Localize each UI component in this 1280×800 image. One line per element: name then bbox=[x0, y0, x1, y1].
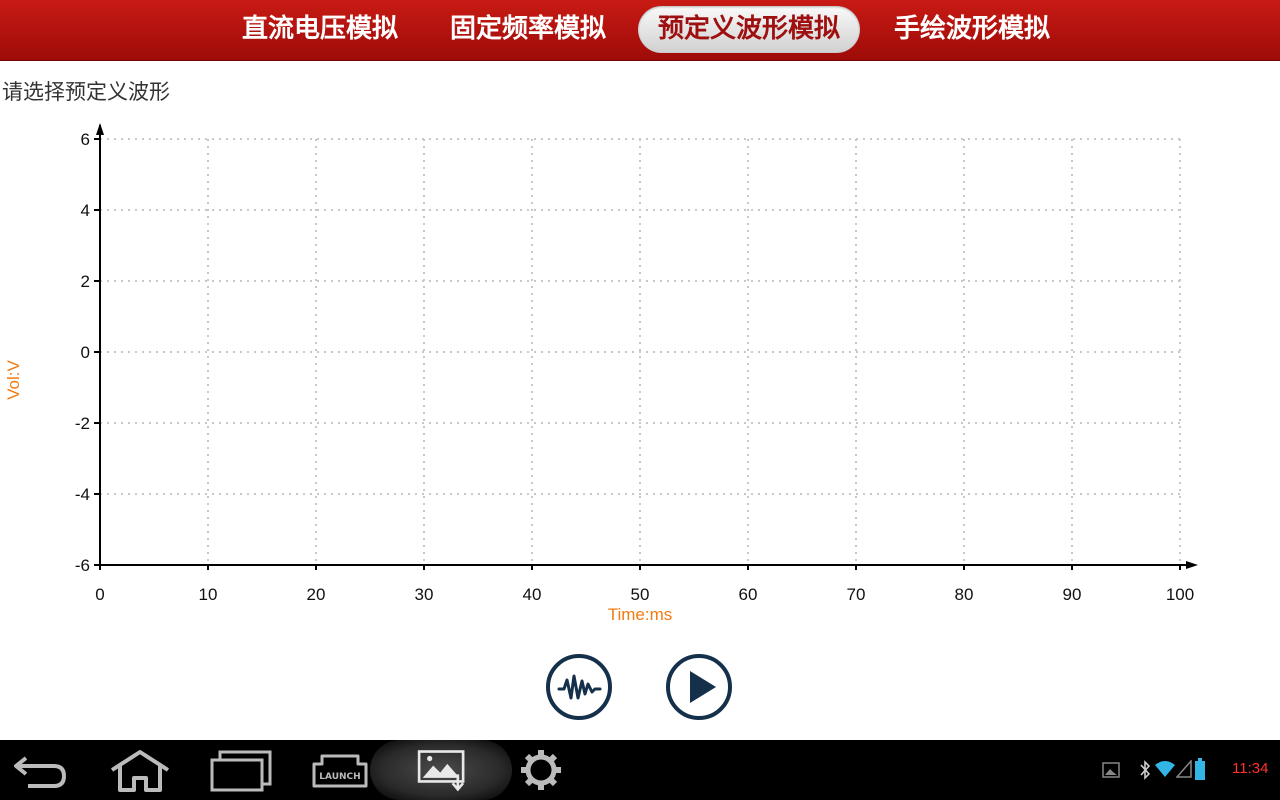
x-tick-label: 90 bbox=[1063, 585, 1082, 604]
settings-icon[interactable] bbox=[518, 748, 564, 792]
picture-notification-icon bbox=[1102, 762, 1120, 778]
screenshot-icon[interactable] bbox=[410, 748, 474, 792]
signal-icon bbox=[1176, 760, 1192, 778]
x-tick-label: 10 bbox=[199, 585, 218, 604]
battery-icon bbox=[1195, 758, 1205, 780]
select-waveform-prompt: 请选择预定义波形 bbox=[2, 80, 170, 104]
tab-hand-drawn-waveform[interactable]: 手绘波形模拟 bbox=[880, 6, 1064, 53]
tab-fixed-frequency[interactable]: 固定频率模拟 bbox=[436, 6, 620, 53]
launch-icon[interactable]: LAUNCH bbox=[308, 748, 372, 792]
y-tick-label: 2 bbox=[81, 272, 90, 291]
y-axis-arrow bbox=[96, 123, 104, 135]
x-tick-label: 100 bbox=[1166, 585, 1194, 604]
waveform-icon bbox=[546, 654, 612, 720]
waveform-select-button[interactable] bbox=[546, 654, 612, 720]
status-clock: 11:34 bbox=[1232, 760, 1269, 777]
play-button[interactable] bbox=[666, 654, 732, 720]
waveform-chart[interactable]: 6420-2-4-60 10 20 30 40 50 60 70 80 90 100Time:msV… bbox=[0, 115, 1280, 630]
tab-predefined-waveform[interactable]: 预定义波形模拟 bbox=[638, 6, 860, 53]
y-tick-label: -2 bbox=[75, 414, 90, 433]
wifi-icon bbox=[1155, 761, 1175, 777]
svg-text:LAUNCH: LAUNCH bbox=[319, 772, 360, 782]
home-icon[interactable] bbox=[108, 748, 172, 792]
system-nav-bar: LAUNCH bbox=[0, 740, 1280, 800]
back-icon[interactable] bbox=[10, 748, 70, 792]
tab-dc-voltage[interactable]: 直流电压模拟 bbox=[228, 6, 412, 53]
y-tick-label: 6 bbox=[81, 130, 90, 149]
y-tick-label: -4 bbox=[75, 485, 90, 504]
y-tick-label: 0 bbox=[81, 343, 90, 362]
x-tick-label: 70 bbox=[847, 585, 866, 604]
y-axis-title: Vol:V bbox=[4, 359, 23, 399]
x-tick-label: 20 bbox=[307, 585, 326, 604]
play-icon bbox=[666, 654, 732, 720]
recent-apps-icon[interactable] bbox=[206, 748, 274, 792]
y-tick-label: 4 bbox=[81, 201, 90, 220]
x-tick-label: 50 bbox=[631, 585, 650, 604]
x-axis-title: Time:ms bbox=[608, 605, 673, 624]
x-axis-arrow bbox=[1186, 561, 1198, 569]
x-tick-label: 80 bbox=[955, 585, 974, 604]
bluetooth-icon bbox=[1140, 760, 1151, 780]
x-tick-label: 0 bbox=[95, 585, 104, 604]
x-tick-label: 30 bbox=[415, 585, 434, 604]
y-tick-label: -6 bbox=[75, 556, 90, 575]
x-tick-label: 60 bbox=[739, 585, 758, 604]
tab-bar: 直流电压模拟 固定频率模拟 预定义波形模拟 手绘波形模拟 bbox=[0, 0, 1280, 61]
x-tick-label: 40 bbox=[523, 585, 542, 604]
